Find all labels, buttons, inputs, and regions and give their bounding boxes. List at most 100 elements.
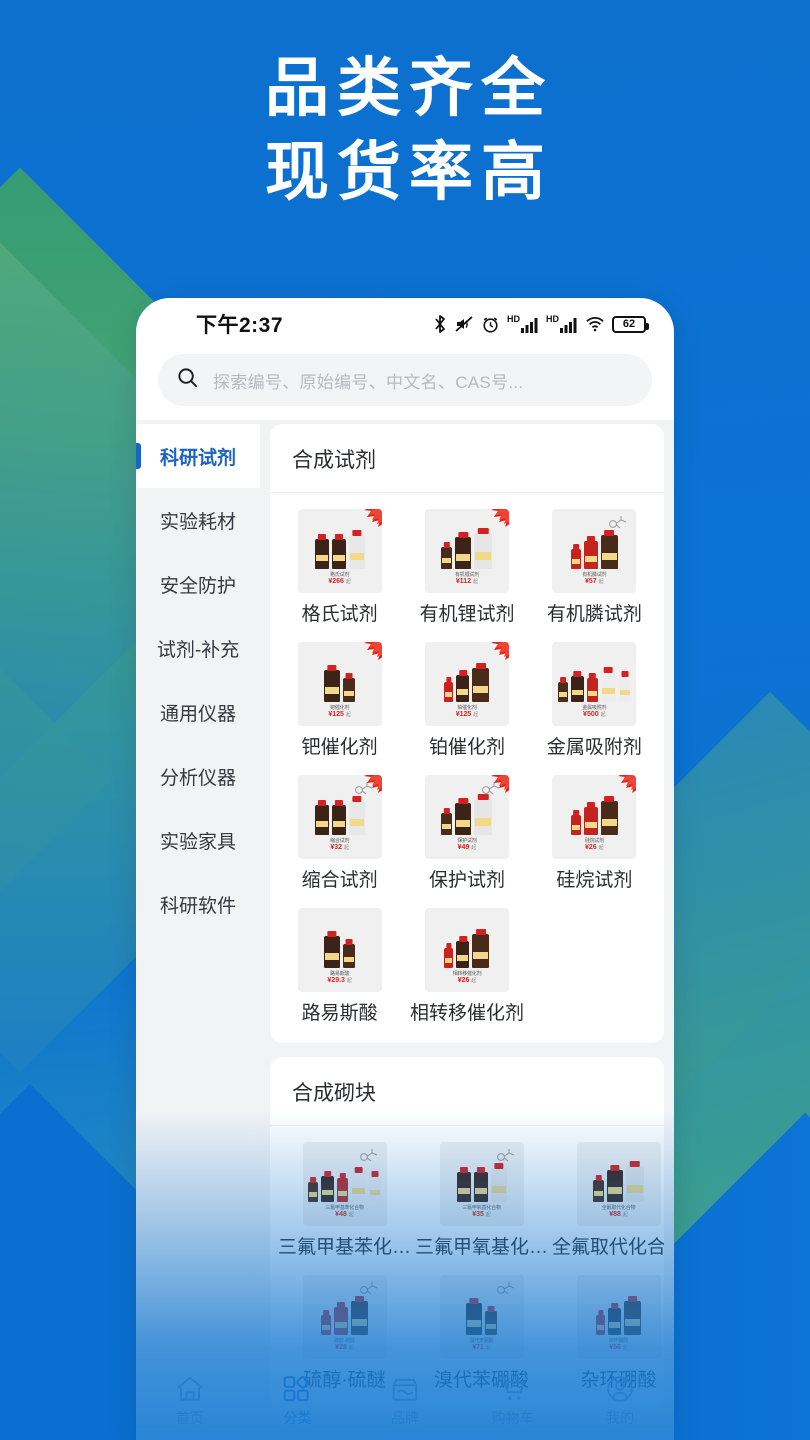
product-thumbnail: 全氟取代化合物 ¥88 起 [576,1142,661,1226]
bottle-illustration [577,1152,661,1202]
sidebar-item-6[interactable]: 实验家具 [136,808,260,872]
category-card-0: 合成试剂 格氏试剂 ¥266 起格氏试剂 有机锂试剂 ¥112 起有机锂试剂 有机膦试剂 ¥… [270,424,664,1043]
search-icon [176,366,199,394]
bluetooth-icon [433,314,447,334]
tab-1[interactable]: 分类 [244,1374,352,1428]
thumb-price: ¥71 起 [472,1344,491,1352]
product-thumbnail: 格氏试剂 ¥266 起 [297,509,382,593]
thumb-price-tag: 硅烷试剂 ¥26 起 [552,838,636,853]
product-thumbnail: 硅烷试剂 ¥26 起 [552,775,637,859]
product-label: 铂催化剂 [428,737,505,758]
product-cell[interactable]: 有机膦试剂 ¥57 起有机膦试剂 [531,503,658,630]
thumb-price: ¥28 起 [335,1344,354,1352]
sidebar-item-label: 科研试剂 [159,447,236,469]
bottle-illustration [425,918,509,968]
thumb-price-tag: 三氟甲基苯化合物 ¥48 起 [303,1205,387,1220]
tab-label: 首页 [175,1410,204,1426]
hot-badge-icon [490,642,509,660]
molecule-icon [609,516,627,529]
product-cell[interactable]: 有机锂试剂 ¥112 起有机锂试剂 [403,503,530,630]
sidebar-item-7[interactable]: 科研软件 [136,872,260,936]
thumb-price-tag: 全氟取代化合物 ¥88 起 [577,1205,661,1220]
sidebar-item-0[interactable]: 科研试剂 [136,424,260,488]
sidebar-item-label: 分析仪器 [159,767,236,789]
thumb-price-tag: 溴代苯硼酸 ¥71 起 [440,1338,524,1353]
store-icon [351,1374,459,1404]
product-cell[interactable]: 路易斯酸 ¥29.3 起路易斯酸 [276,902,403,1029]
thumb-price: ¥48 起 [335,1211,354,1219]
sidebar-item-2[interactable]: 安全防护 [136,552,260,616]
thumb-price: ¥57 起 [585,578,604,586]
product-cell[interactable]: 钯催化剂 ¥125 起钯催化剂 [276,636,403,763]
sidebar-item-4[interactable]: 通用仪器 [136,680,260,744]
bottom-tab-bar[interactable]: 首页 分类 品牌 购物车 我的 [136,1362,674,1440]
tab-label: 购物车 [491,1410,534,1426]
thumb-price: ¥125 起 [455,711,479,719]
category-content[interactable]: 合成试剂 格氏试剂 ¥266 起格氏试剂 有机锂试剂 ¥112 起有机锂试剂 有机膦试剂 ¥… [260,420,674,1440]
thumb-price-tag: 有机锂试剂 ¥112 起 [425,572,509,587]
product-cell[interactable]: 金属吸附剂 ¥500 起金属吸附剂 [531,636,658,763]
tab-label: 我的 [606,1410,635,1426]
molecule-icon [496,1149,514,1162]
tab-3[interactable]: 购物车 [459,1374,567,1428]
bottle-illustration [552,652,636,702]
tab-2[interactable]: 品牌 [351,1374,459,1428]
product-thumbnail: 有机锂试剂 ¥112 起 [424,509,509,593]
product-cell[interactable]: 保护试剂 ¥49 起保护试剂 [403,769,530,896]
thumb-price: ¥32 起 [330,844,349,852]
search-placeholder: 探索编号、原始编号、中文名、CAS号... [213,372,524,392]
search-bar-wrap: 探索编号、原始编号、中文名、CAS号... [136,350,674,420]
sidebar-item-5[interactable]: 分析仪器 [136,744,260,808]
category-sidebar[interactable]: 科研试剂实验耗材安全防护试剂-补充 通用仪器分析仪器实验家具科研软件 [136,420,260,1440]
headline-line-1: 品类齐全 [265,52,553,124]
product-label: 三氟甲基苯化… [278,1237,412,1258]
tab-4[interactable]: 我的 [566,1374,674,1428]
sidebar-item-label: 实验家具 [159,831,236,853]
product-label: 三氟甲氧基化… [415,1237,549,1258]
product-label: 保护试剂 [428,870,505,891]
tab-label: 分类 [283,1410,312,1426]
sidebar-item-1[interactable]: 实验耗材 [136,488,260,552]
search-input[interactable]: 探索编号、原始编号、中文名、CAS号... [158,354,652,406]
bottle-illustration [577,1285,661,1335]
thumb-price-tag: 铂催化剂 ¥125 起 [425,705,509,720]
product-label: 钯催化剂 [301,737,378,758]
alarm-icon [481,315,500,334]
thumb-price: ¥88 起 [609,1211,628,1219]
thumb-price-tag: 路易斯酸 ¥29.3 起 [298,971,382,986]
product-label: 全氟取代化合物 [552,1237,664,1258]
product-thumbnail: 保护试剂 ¥49 起 [424,775,509,859]
thumb-price-tag: 硫醇·硫醚 ¥28 起 [303,1338,387,1353]
product-cell[interactable]: 格氏试剂 ¥266 起格氏试剂 [276,503,403,630]
product-thumbnail: 三氟甲氧基化合物 ¥35 起 [439,1142,524,1226]
product-label: 金属吸附剂 [546,737,642,758]
battery-level: 62 [622,318,636,330]
hd-signal-icon: HD [507,315,539,333]
category-card-1: 合成砌块 三氟甲基苯化合物 ¥48 起三氟甲基苯化… 三氟甲氧基化合物 ¥35 起三氟甲… [270,1057,664,1410]
thumb-price-tag: 钯催化剂 ¥125 起 [298,705,382,720]
product-cell[interactable]: 三氟甲氧基化合物 ¥35 起三氟甲氧基化… [413,1136,550,1263]
bottle-illustration [298,918,382,968]
tab-0[interactable]: 首页 [136,1374,244,1428]
thumb-price-tag: 三氟甲氧基化合物 ¥35 起 [440,1205,524,1220]
sidebar-item-label: 科研软件 [159,895,236,917]
thumb-price: ¥112 起 [455,578,479,586]
product-cell[interactable]: 全氟取代化合物¥88 起全氟取代化合物 [550,1136,664,1263]
product-thumbnail: 有机膦试剂 ¥57 起 [552,509,637,593]
product-cell[interactable]: 缩合试剂 ¥32 起缩合试剂 [276,769,403,896]
product-thumbnail: 金属吸附剂 ¥500 起 [552,642,637,726]
hot-badge-icon [490,509,509,527]
molecule-icon [496,1282,514,1295]
product-cell[interactable]: 铂催化剂 ¥125 起铂催化剂 [403,636,530,763]
product-cell[interactable]: 相转移催化剂 ¥26 起相转移催化剂 [403,902,530,1029]
product-cell[interactable]: 三氟甲基苯化合物 ¥48 起三氟甲基苯化… [276,1136,413,1263]
product-cell[interactable]: 硅烷试剂 ¥26 起硅烷试剂 [531,769,658,896]
thumb-price-tag: 有机膦试剂 ¥57 起 [552,572,636,587]
thumb-price: ¥35 起 [472,1211,491,1219]
sidebar-item-label: 安全防护 [159,575,236,597]
headline-line-2: 现货率高 [265,136,553,209]
sidebar-item-3[interactable]: 试剂-补充 [136,616,260,680]
home-icon [136,1374,244,1404]
product-thumbnail: 溴代苯硼酸 ¥71 起 [439,1275,524,1359]
thumb-price: ¥49 起 [457,844,477,852]
